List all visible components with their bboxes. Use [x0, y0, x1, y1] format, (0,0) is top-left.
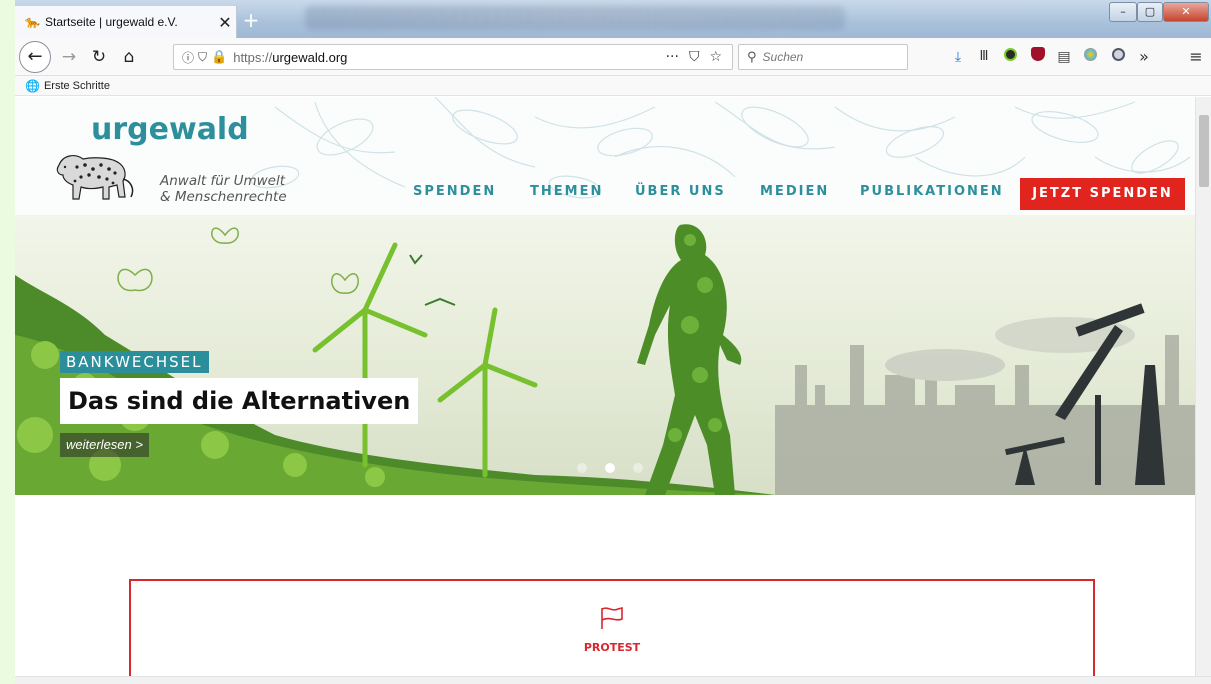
reload-button[interactable]: ↻ [85, 43, 113, 71]
browser-window: 🐆 Startseite | urgewald e.V. ✕ + – ▢ ✕ ←… [15, 0, 1211, 684]
donate-now-button[interactable]: JETZT SPENDEN [1020, 178, 1185, 210]
new-tab-button[interactable]: + [239, 8, 263, 32]
protest-label: PROTEST [583, 641, 641, 654]
nav-spenden[interactable]: SPENDEN [413, 184, 496, 199]
back-button[interactable]: ← [19, 41, 51, 73]
nav-publikationen[interactable]: PUBLIKATIONEN [860, 184, 1004, 199]
title-bar: 🐆 Startseite | urgewald e.V. ✕ + – ▢ ✕ [15, 0, 1211, 38]
nav-themen[interactable]: THEMEN [530, 184, 603, 199]
navigation-toolbar: ← → ↻ ⌂ ⓘ ⛉ 🔒 https://urgewald.org ··· ⛉… [15, 38, 1211, 76]
search-icon: ⚲ [747, 49, 757, 65]
extension-face-icon[interactable] [1107, 46, 1129, 68]
url-bar[interactable]: ⓘ ⛉ 🔒 https://urgewald.org ··· ⛉ ☆ [173, 44, 733, 70]
tagline-line-1: Anwalt für Umwelt [160, 173, 286, 189]
window-close-button[interactable]: ✕ [1163, 2, 1209, 22]
url-host: urgewald.org [272, 49, 348, 65]
bookmarks-bar: 🌐 Erste Schritte [15, 76, 1211, 96]
read-more-link[interactable]: weiterlesen > [60, 433, 149, 457]
tracking-shield-icon[interactable]: ⛉ [198, 50, 207, 65]
slider-dot-2[interactable] [605, 463, 615, 473]
bookmark-star-icon[interactable]: ☆ [709, 49, 722, 65]
hero-kicker[interactable]: BANKWECHSEL [60, 351, 209, 373]
protest-card[interactable]: PROTEST [129, 579, 1095, 676]
vertical-scrollbar[interactable] [1195, 97, 1211, 676]
web-page: urgewald Anwalt für Umwelt & Menschenrec… [15, 97, 1195, 676]
page-actions-button[interactable]: ··· [666, 49, 679, 65]
horizontal-scrollbar[interactable] [15, 676, 1211, 684]
tagline-line-2: & Menschenrechte [160, 189, 287, 205]
extension-dark-icon[interactable] [999, 46, 1021, 68]
tab-close-icon[interactable]: ✕ [214, 13, 236, 32]
nav-ueber-uns[interactable]: ÜBER UNS [635, 184, 726, 199]
slider-dot-1[interactable] [577, 463, 587, 473]
browser-tab-active[interactable]: 🐆 Startseite | urgewald e.V. ✕ [15, 6, 237, 38]
lock-icon[interactable]: 🔒 [211, 50, 227, 65]
window-title-blur [305, 6, 845, 30]
slider-dot-3[interactable] [633, 463, 643, 473]
hamburger-menu-icon[interactable]: ≡ [1185, 46, 1207, 68]
download-icon[interactable]: ⤓ [947, 46, 969, 68]
site-logo[interactable]: urgewald [91, 112, 249, 147]
nav-medien[interactable]: MEDIEN [760, 184, 829, 199]
bookmark-erste-schritte[interactable]: Erste Schritte [44, 80, 110, 92]
site-header: urgewald Anwalt für Umwelt & Menschenrec… [15, 97, 1195, 215]
hero-headline[interactable]: Das sind die Alternativen [60, 378, 419, 424]
ublock-icon[interactable] [1027, 46, 1049, 68]
forward-button[interactable]: → [55, 43, 83, 71]
overflow-menu-button[interactable]: » [1133, 46, 1155, 68]
globe-icon: 🌐 [25, 78, 40, 93]
leopard-favicon-icon: 🐆 [25, 15, 40, 29]
window-maximize-button[interactable]: ▢ [1137, 2, 1163, 22]
extension-color-icon[interactable] [1079, 46, 1101, 68]
url-text[interactable]: https://urgewald.org [233, 50, 665, 65]
home-button[interactable]: ⌂ [115, 43, 143, 71]
flag-icon [601, 606, 623, 629]
tab-title: Startseite | urgewald e.V. [45, 15, 178, 29]
leopard-logo-icon[interactable] [53, 145, 137, 205]
pocket-icon[interactable]: ⛉ [689, 49, 700, 65]
site-tagline: Anwalt für Umwelt & Menschenrechte [160, 173, 287, 205]
search-bar[interactable]: ⚲ Suchen [738, 44, 908, 70]
vertical-scroll-thumb[interactable] [1199, 115, 1209, 187]
hero-slider[interactable]: BANKWECHSEL Das sind die Alternativen we… [15, 215, 1195, 495]
window-minimize-button[interactable]: – [1109, 2, 1137, 22]
url-scheme: https:// [233, 49, 273, 65]
reader-view-icon[interactable]: ▤ [1053, 46, 1075, 68]
search-placeholder: Suchen [762, 50, 804, 64]
library-icon[interactable]: Ⅲ [973, 46, 995, 68]
info-icon[interactable]: ⓘ [182, 49, 194, 66]
